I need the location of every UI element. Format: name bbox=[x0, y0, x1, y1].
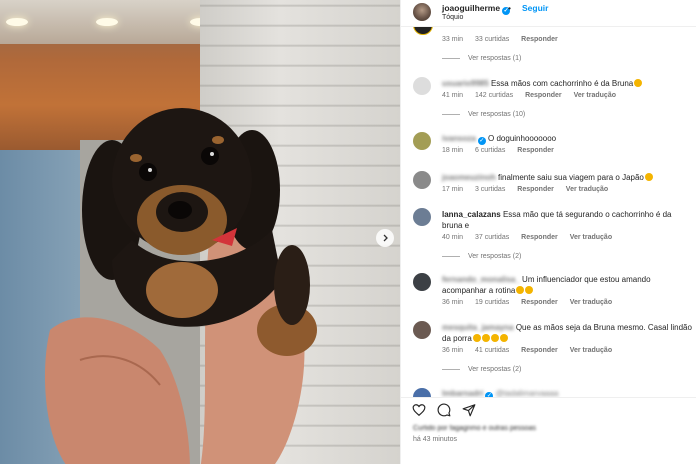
next-image-button[interactable] bbox=[376, 229, 394, 247]
avatar[interactable] bbox=[413, 208, 431, 226]
post-header: joaoguilherme ✓ • Seguir Tóquio bbox=[401, 0, 696, 27]
comment-username[interactable]: ivansoza bbox=[442, 134, 476, 143]
translate-button[interactable]: Ver tradução bbox=[574, 92, 616, 99]
comment-time: 41 min bbox=[442, 92, 464, 99]
comment-username[interactable]: lmbarnadri bbox=[442, 389, 483, 397]
location-link[interactable]: Tóquio bbox=[442, 14, 463, 21]
comment-username[interactable]: mesquita_jamayna bbox=[442, 323, 514, 332]
post-time: há 43 minutos bbox=[413, 436, 457, 443]
comment-meta: 36 min 19 curtidas Responder Ver traduçã… bbox=[442, 299, 622, 306]
comments-panel: joaoguilherme ✓ • Seguir Tóquio 33 min 33… bbox=[400, 0, 696, 464]
view-replies[interactable]: Ver respostas (1) bbox=[442, 55, 521, 62]
translate-button[interactable]: Ver tradução bbox=[570, 299, 612, 306]
comment-text: Essa mãos com cachorrinho é da Bruna bbox=[490, 79, 634, 88]
comment-body: joaomeuzinoh finalmente saiu sua viagem … bbox=[442, 172, 694, 183]
reply-button[interactable]: Responder bbox=[525, 92, 562, 99]
translate-button[interactable]: Ver tradução bbox=[566, 186, 608, 193]
reply-button[interactable]: Responder bbox=[521, 234, 558, 241]
comment-text: @tadalimarvaaaa bbox=[495, 389, 559, 397]
comment-likes[interactable]: 19 curtidas bbox=[475, 299, 509, 306]
instagram-post: joaoguilherme ✓ • Seguir Tóquio 33 min 33… bbox=[0, 0, 696, 464]
reply-button[interactable]: Responder bbox=[521, 347, 558, 354]
comment-text: finalmente saiu sua viagem para o Japão bbox=[498, 173, 644, 182]
comment-likes[interactable]: 37 curtidas bbox=[475, 234, 509, 241]
heart-icon[interactable] bbox=[412, 403, 426, 417]
comment-time: 17 min bbox=[442, 186, 464, 193]
translate-button[interactable]: Ver tradução bbox=[570, 234, 612, 241]
reply-button[interactable]: Responder bbox=[517, 186, 554, 193]
comment-time: 33 min bbox=[442, 36, 464, 43]
liked-by[interactable]: Curtido por fagagnmo e outras pessoas bbox=[413, 425, 536, 432]
emoji-icon bbox=[499, 334, 508, 342]
view-replies[interactable]: Ver respostas (2) bbox=[442, 253, 521, 260]
emoji-icon bbox=[525, 286, 534, 294]
comment-body: lmbarnadri ✓ @tadalimarvaaaa bbox=[442, 388, 694, 397]
emoji-icon bbox=[490, 334, 499, 342]
comment-likes[interactable]: 33 curtidas bbox=[475, 36, 509, 43]
comment-likes[interactable]: 3 curtidas bbox=[475, 186, 505, 193]
comment-time: 18 min bbox=[442, 147, 464, 154]
avatar[interactable] bbox=[413, 273, 431, 291]
avatar[interactable] bbox=[413, 132, 431, 150]
username[interactable]: joaoguilherme bbox=[442, 3, 500, 13]
comment-meta: 18 min 6 curtidas Responder bbox=[442, 147, 564, 154]
comment-body: fernando_monalisa_ Um influenciador que … bbox=[442, 274, 694, 296]
comment-body: ivansoza ✓ O doguinhooooooo bbox=[442, 133, 694, 145]
verified-icon: ✓ bbox=[477, 137, 486, 145]
comment-username[interactable]: joaomeuzinoh bbox=[442, 173, 496, 182]
ceiling-light bbox=[6, 18, 28, 26]
comment-likes[interactable]: 6 curtidas bbox=[475, 147, 505, 154]
avatar[interactable] bbox=[413, 171, 431, 189]
comment-meta: 41 min 142 curtidas Responder Ver traduç… bbox=[442, 92, 626, 99]
ceiling bbox=[0, 0, 212, 44]
view-replies[interactable]: Ver respostas (10) bbox=[442, 111, 525, 118]
comment-time: 36 min bbox=[442, 299, 464, 306]
emoji-icon bbox=[516, 286, 525, 294]
comment-likes[interactable]: 41 curtidas bbox=[475, 347, 509, 354]
comment-icon[interactable] bbox=[437, 403, 451, 417]
follow-button[interactable]: Seguir bbox=[522, 3, 548, 13]
comment-username[interactable]: lanna_calazans bbox=[442, 210, 501, 219]
translate-button[interactable]: Ver tradução bbox=[570, 347, 612, 354]
comment-meta: 40 min 37 curtidas Responder Ver traduçã… bbox=[442, 234, 622, 241]
avatar[interactable] bbox=[413, 388, 431, 397]
ceiling-light bbox=[96, 18, 118, 26]
post-actions: Curtido por fagagnmo e outras pessoas há… bbox=[401, 397, 696, 464]
emoji-icon bbox=[644, 173, 653, 181]
reply-button[interactable]: Responder bbox=[521, 36, 558, 43]
puppy bbox=[82, 108, 317, 356]
post-photo[interactable] bbox=[0, 0, 400, 464]
comment-time: 40 min bbox=[442, 234, 464, 241]
avatar[interactable] bbox=[413, 3, 431, 21]
comment-meta: 36 min 41 curtidas Responder Ver traduçã… bbox=[442, 347, 622, 354]
comment-time: 36 min bbox=[442, 347, 464, 354]
comment-text: O doguinhooooooo bbox=[488, 134, 557, 143]
emoji-icon bbox=[634, 79, 643, 87]
comment-username[interactable]: fernando_monalisa_ bbox=[442, 275, 520, 284]
comment-meta: 33 min 33 curtidas Responder bbox=[442, 36, 568, 43]
next-arrow-icon bbox=[383, 234, 388, 242]
reply-button[interactable]: Responder bbox=[521, 299, 558, 306]
avatar[interactable] bbox=[413, 27, 433, 35]
comment-meta: 17 min 3 curtidas Responder Ver tradução bbox=[442, 186, 618, 193]
separator-dot: • bbox=[508, 3, 511, 13]
avatar[interactable] bbox=[413, 321, 431, 339]
comment-likes[interactable]: 142 curtidas bbox=[475, 92, 513, 99]
comment-body: usuario9985 Essa mãos com cachorrinho é … bbox=[442, 78, 694, 89]
avatar[interactable] bbox=[413, 77, 431, 95]
view-replies[interactable]: Ver respostas (2) bbox=[442, 366, 521, 373]
emoji-icon bbox=[481, 334, 490, 342]
comment-body: lanna_calazans Essa mão que tá segurando… bbox=[442, 209, 694, 231]
comment-list[interactable]: 33 min 33 curtidas Responder Ver respost… bbox=[401, 27, 696, 397]
reply-button[interactable]: Responder bbox=[517, 147, 554, 154]
share-icon[interactable] bbox=[462, 403, 476, 417]
comment-body: mesquita_jamayna Que as mãos seja da Bru… bbox=[442, 322, 694, 344]
comment-username[interactable]: usuario9985 bbox=[442, 79, 489, 88]
emoji-icon bbox=[472, 334, 481, 342]
